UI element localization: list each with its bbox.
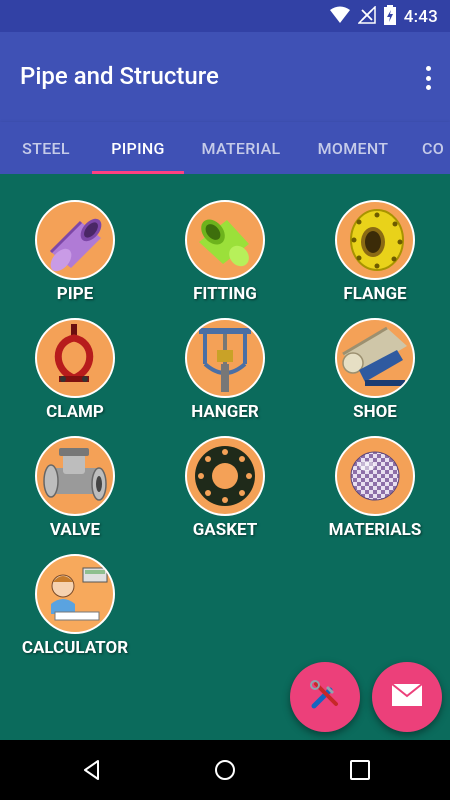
- home-icon[interactable]: [213, 758, 237, 782]
- grid-item-shoe[interactable]: SHOE: [300, 292, 450, 422]
- item-label-materials: MATERIALS: [328, 520, 422, 540]
- signal-icon: [356, 5, 376, 28]
- wifi-icon: [329, 6, 350, 28]
- materials-icon: [335, 436, 415, 516]
- item-label-gasket: GASKET: [192, 520, 258, 540]
- tab-steel[interactable]: STEEL: [0, 122, 92, 174]
- gasket-icon: [185, 436, 265, 516]
- tab-piping[interactable]: PIPING: [92, 122, 184, 174]
- pipe-icon: [35, 200, 115, 280]
- grid-item-materials[interactable]: MATERIALS: [300, 410, 450, 540]
- grid-item-calculator[interactable]: CALCULATOR: [0, 528, 150, 658]
- app-bar: Pipe and Structure: [0, 32, 450, 122]
- tools-icon: [308, 678, 342, 716]
- recents-icon[interactable]: [348, 758, 372, 782]
- shoe-icon: [335, 318, 415, 398]
- clamp-icon: [35, 318, 115, 398]
- grid-item-flange[interactable]: FLANGE: [300, 174, 450, 304]
- mail-fab-button[interactable]: [372, 662, 442, 732]
- item-label-calculator: CALCULATOR: [21, 638, 129, 658]
- tab-co[interactable]: CO: [408, 122, 450, 174]
- navigation-bar: [0, 740, 450, 800]
- grid-item-clamp[interactable]: CLAMP: [0, 292, 150, 422]
- overflow-menu-icon[interactable]: [420, 66, 436, 90]
- app-title: Pipe and Structure: [20, 62, 219, 90]
- content-area: PIPE FITTING FLANGE CLAMP HANGER SHOE VA…: [0, 174, 450, 740]
- grid-item-pipe[interactable]: PIPE: [0, 174, 150, 304]
- grid-item-gasket[interactable]: GASKET: [150, 410, 300, 540]
- tab-moment[interactable]: MOMENT: [298, 122, 408, 174]
- calculator-icon: [35, 554, 115, 634]
- tab-bar: STEEL PIPING MATERIAL MOMENT CO: [0, 122, 450, 174]
- status-icons: 4:43: [329, 5, 438, 29]
- back-icon[interactable]: [80, 758, 104, 782]
- grid-item-fitting[interactable]: FITTING: [150, 174, 300, 304]
- fitting-icon: [185, 200, 265, 280]
- grid-item-valve[interactable]: VALVE: [0, 410, 150, 540]
- valve-icon: [35, 436, 115, 516]
- grid-item-hanger[interactable]: HANGER: [150, 292, 300, 422]
- status-time: 4:43: [403, 7, 438, 27]
- battery-icon: [383, 5, 396, 29]
- tools-fab-button[interactable]: [290, 662, 360, 732]
- mail-icon: [391, 683, 423, 711]
- tab-material[interactable]: MATERIAL: [184, 122, 298, 174]
- hanger-icon: [185, 318, 265, 398]
- flange-icon: [335, 200, 415, 280]
- status-bar: 4:43: [0, 0, 450, 32]
